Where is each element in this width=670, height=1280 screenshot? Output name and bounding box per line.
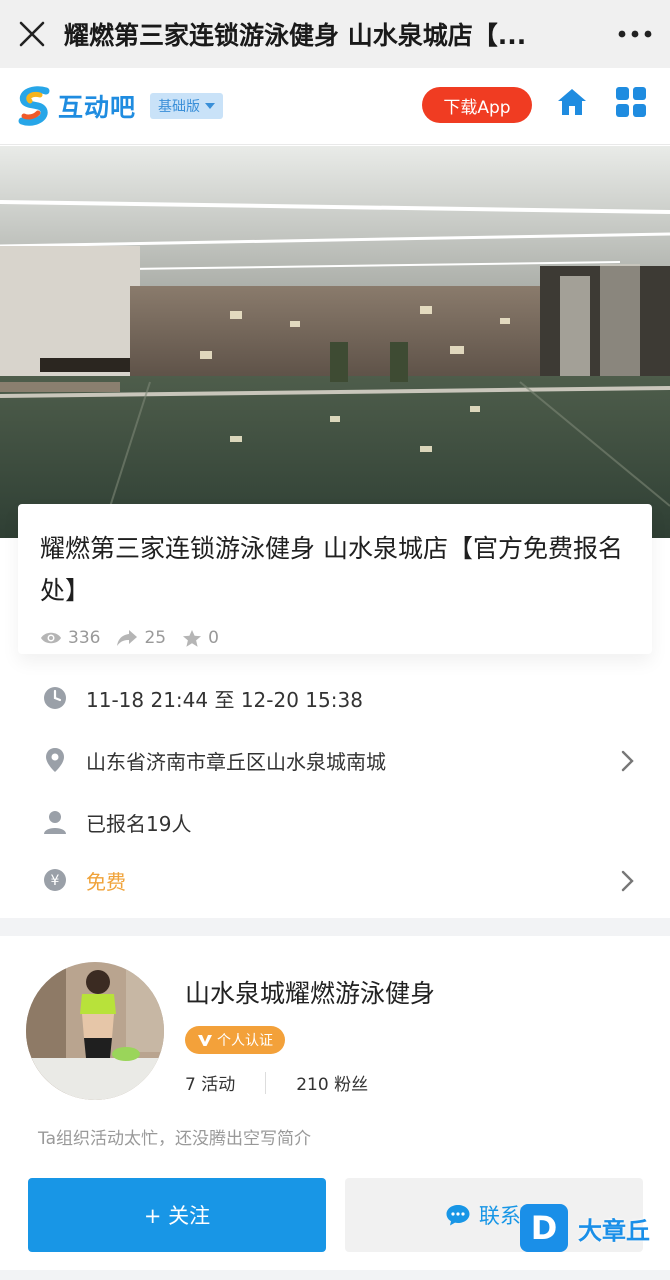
signup-count: 已报名19人 [86, 811, 192, 836]
fans-count[interactable]: 210 粉丝 [296, 1070, 368, 1095]
section-divider [0, 918, 670, 936]
views-stat: 336 [40, 628, 100, 648]
event-time: 11-18 21:44 至 12-20 15:38 [86, 687, 363, 712]
star-icon [183, 629, 202, 647]
svg-text:¥: ¥ [51, 873, 60, 889]
logo-icon [18, 86, 50, 126]
watermark-mark: D [520, 1204, 568, 1252]
follow-button[interactable]: + 关注 [28, 1178, 326, 1252]
bottom-divider [0, 1270, 670, 1280]
price-row[interactable]: ¥ 免费 [42, 860, 642, 900]
home-icon[interactable] [556, 86, 588, 120]
event-location-row[interactable]: 山东省济南市章丘区山水泉城南城 [42, 740, 642, 780]
favorites-count: 0 [208, 628, 219, 648]
edition-label: 基础版 [158, 99, 201, 115]
caret-down-icon [205, 103, 216, 109]
download-app-button[interactable]: 下载App [422, 87, 532, 123]
verified-badge: 个人认证 [185, 1026, 285, 1054]
page-title: 耀燃第三家连锁游泳健身 山水泉城店【... [64, 21, 527, 50]
eye-icon [41, 632, 61, 644]
event-price: 免费 [86, 869, 126, 894]
person-icon [42, 809, 68, 835]
clock-icon [42, 685, 68, 711]
app-logo[interactable]: 互动吧 [16, 85, 136, 127]
share-arrow-icon [117, 630, 138, 646]
event-title: 耀燃第三家连锁游泳健身 山水泉城店【官方免费报名处】 [40, 534, 623, 605]
shares-count: 25 [144, 628, 167, 648]
organizer-intro: Ta组织活动太忙，还没腾出空写简介 [38, 1129, 311, 1149]
grid-menu-icon[interactable] [615, 86, 647, 120]
badge-label: 个人认证 [217, 1033, 273, 1049]
title-bar: 耀燃第三家连锁游泳健身 山水泉城店【... [0, 0, 670, 68]
edition-dropdown[interactable]: 基础版 [150, 93, 224, 119]
organizer-name[interactable]: 山水泉城耀燃游泳健身 [185, 974, 435, 1010]
event-time-row: 11-18 21:44 至 12-20 15:38 [42, 678, 642, 718]
app-header: 互动吧 基础版 下载App [0, 68, 670, 145]
organizer-avatar[interactable] [26, 962, 164, 1100]
logo-text: 互动吧 [58, 93, 137, 122]
more-dots-icon[interactable] [600, 0, 670, 68]
location-pin-icon [42, 747, 68, 773]
yuan-icon: ¥ [42, 867, 68, 893]
event-cover-image [0, 146, 670, 538]
chevron-right-icon [621, 750, 634, 772]
close-icon[interactable] [0, 0, 64, 68]
watermark-text: 大章丘 [578, 1216, 650, 1245]
counts-separator [265, 1071, 267, 1094]
chat-bubble-icon [446, 1205, 470, 1226]
organizer-counts: 7 活动 210 粉丝 [185, 1070, 368, 1095]
activities-count[interactable]: 7 活动 [185, 1070, 235, 1095]
watermark-logo: D 大章丘 [520, 1202, 670, 1254]
views-count: 336 [68, 628, 101, 648]
signup-count-row: 已报名19人 [42, 802, 642, 842]
shares-stat: 25 [116, 628, 166, 648]
chevron-right-icon [621, 870, 634, 892]
event-info-card: 耀燃第三家连锁游泳健身 山水泉城店【官方免费报名处】 336 25 0 [18, 504, 652, 654]
event-location: 山东省济南市章丘区山水泉城南城 [86, 749, 386, 774]
v-badge-icon [198, 1035, 212, 1046]
favorites-stat: 0 [182, 628, 219, 648]
event-stats: 336 25 0 [40, 628, 219, 648]
